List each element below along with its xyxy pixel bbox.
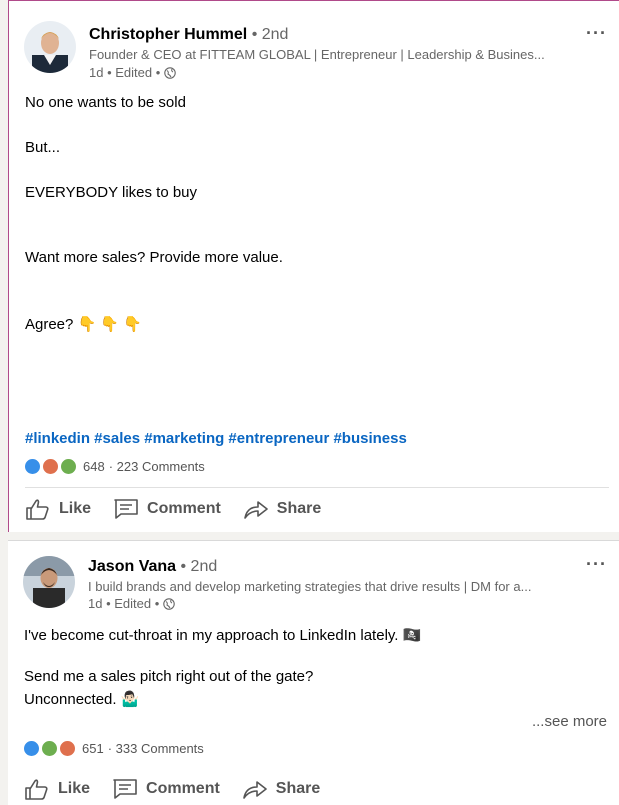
author-name[interactable]: Christopher Hummel bbox=[89, 26, 247, 43]
social-counts[interactable]: 651 · 333 Comments bbox=[24, 741, 204, 756]
comment-label: Comment bbox=[147, 500, 221, 517]
connection-degree: • 2nd bbox=[247, 26, 289, 43]
author-headline: Founder & CEO at FITTEAM GLOBAL | Entrep… bbox=[89, 47, 545, 62]
comment-button[interactable]: Comment bbox=[113, 497, 221, 521]
thumbs-up-icon bbox=[25, 779, 48, 800]
action-bar: Like Comment Share bbox=[25, 497, 321, 521]
like-icon bbox=[24, 741, 39, 756]
share-icon bbox=[243, 501, 268, 519]
celebrate-icon bbox=[42, 741, 57, 756]
post-text-line: But... bbox=[25, 139, 61, 156]
more-options-icon[interactable]: ··· bbox=[586, 23, 607, 44]
author-name-line[interactable]: Christopher Hummel • 2nd bbox=[89, 26, 288, 44]
share-icon bbox=[242, 781, 267, 799]
author-name[interactable]: Jason Vana bbox=[88, 558, 176, 575]
author-avatar[interactable] bbox=[24, 21, 76, 73]
connection-degree: • 2nd bbox=[176, 558, 218, 575]
comment-button[interactable]: Comment bbox=[112, 777, 220, 801]
share-label: Share bbox=[275, 780, 321, 797]
like-label: Like bbox=[58, 780, 91, 797]
divider bbox=[25, 487, 609, 488]
social-counts[interactable]: 648 · 223 Comments bbox=[25, 459, 205, 474]
feed-post: Jason Vana • 2nd I build brands and deve… bbox=[8, 540, 619, 805]
post-text-line: Want more sales? Provide more value. bbox=[25, 249, 283, 266]
post-time: 1d • Edited • bbox=[88, 596, 176, 611]
post-text-line: EVERYBODY likes to buy bbox=[25, 184, 198, 201]
comment-count[interactable]: · 223 Comments bbox=[109, 459, 205, 474]
feed-post: Christopher Hummel • 2nd Founder & CEO a… bbox=[8, 0, 619, 532]
action-bar: Like Comment Share bbox=[24, 777, 320, 801]
timestamp: 1d • Edited • bbox=[88, 596, 160, 611]
globe-icon bbox=[164, 66, 177, 79]
love-icon bbox=[60, 741, 75, 756]
author-headline: I build brands and develop marketing str… bbox=[88, 579, 532, 594]
post-text-line: Agree? 👇 👇 👇 bbox=[25, 316, 142, 333]
love-icon bbox=[43, 459, 58, 474]
like-icon bbox=[25, 459, 40, 474]
see-more-link[interactable]: ...see more bbox=[532, 713, 607, 730]
thumbs-up-icon bbox=[26, 499, 49, 520]
share-label: Share bbox=[276, 500, 322, 517]
hashtags[interactable]: #linkedin #sales #marketing #entrepreneu… bbox=[25, 430, 407, 447]
comment-count[interactable]: · 333 Comments bbox=[108, 741, 204, 756]
author-name-line[interactable]: Jason Vana • 2nd bbox=[88, 558, 217, 576]
like-label: Like bbox=[59, 500, 92, 517]
like-button[interactable]: Like bbox=[25, 497, 91, 521]
post-time: 1d • Edited • bbox=[89, 65, 177, 80]
share-button[interactable]: Share bbox=[242, 777, 320, 801]
author-avatar[interactable] bbox=[23, 556, 75, 608]
comment-icon bbox=[113, 779, 137, 799]
post-text-line: Unconnected. 🤷🏻‍♂️ bbox=[24, 691, 140, 708]
celebrate-icon bbox=[61, 459, 76, 474]
post-text-line: I've become cut-throat in my approach to… bbox=[24, 627, 422, 644]
more-options-icon[interactable]: ··· bbox=[586, 554, 607, 575]
post-text-line: No one wants to be sold bbox=[25, 94, 186, 111]
reaction-count[interactable]: 648 bbox=[83, 459, 105, 474]
share-button[interactable]: Share bbox=[243, 497, 321, 521]
post-text-line: Send me a sales pitch right out of the g… bbox=[24, 668, 314, 685]
globe-icon bbox=[163, 597, 176, 610]
reaction-count[interactable]: 651 bbox=[82, 741, 104, 756]
comment-icon bbox=[114, 499, 138, 519]
like-button[interactable]: Like bbox=[24, 777, 90, 801]
comment-label: Comment bbox=[146, 780, 220, 797]
timestamp: 1d • Edited • bbox=[89, 65, 161, 80]
